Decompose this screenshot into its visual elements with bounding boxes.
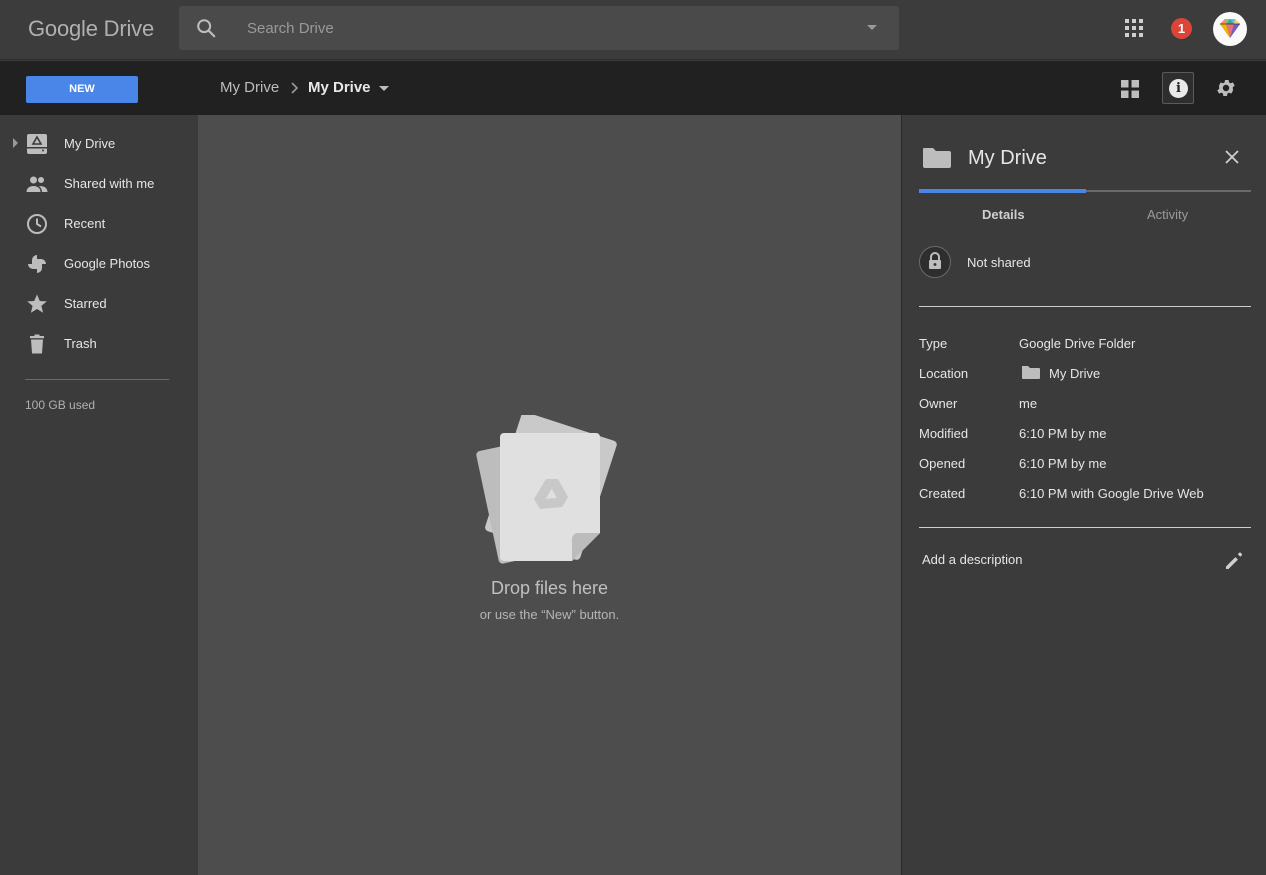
folder-menu-chevron-down-icon[interactable]: [379, 86, 389, 91]
search-box[interactable]: [179, 6, 899, 50]
detail-key: Type: [919, 336, 948, 351]
apps-grid-icon[interactable]: [1124, 18, 1144, 38]
location-link[interactable]: My Drive: [1049, 366, 1100, 381]
detail-row-modified: Modified 6:10 PM by me: [919, 426, 1259, 448]
drop-files-title: Drop files here: [490, 578, 609, 598]
detail-key: Opened: [919, 456, 966, 471]
details-divider: [919, 527, 1251, 528]
drop-files-subtitle: or use the “New” button.: [479, 607, 620, 622]
drive-icon: [27, 134, 47, 154]
detail-value: 6:10 PM with Google Drive Web: [1019, 486, 1204, 501]
detail-row-created: Created 6:10 PM with Google Drive Web: [919, 486, 1259, 508]
details-panel-title: My Drive: [968, 147, 1047, 169]
detail-value: 6:10 PM by me: [1019, 426, 1107, 441]
breadcrumb-my-drive[interactable]: My Drive: [220, 79, 279, 96]
drop-files-illustration: [476, 415, 617, 564]
sidebar-item-starred[interactable]: Starred: [0, 284, 198, 324]
new-button[interactable]: NEW: [26, 76, 138, 103]
active-tab-indicator: [919, 189, 1086, 193]
search-icon[interactable]: [195, 17, 217, 39]
sidebar-item-label: Starred: [64, 296, 107, 311]
tab-activity[interactable]: Activity: [1147, 207, 1188, 222]
add-description-field[interactable]: Add a description: [922, 552, 1022, 567]
detail-row-location: Location My Drive: [919, 366, 1259, 388]
google-drive-logo[interactable]: Google Drive: [28, 16, 154, 42]
detail-value: me: [1019, 396, 1038, 411]
trash-icon: [30, 334, 44, 354]
sidebar-item-my-drive[interactable]: My Drive: [0, 124, 198, 164]
detail-key: Owner: [919, 396, 958, 411]
close-icon[interactable]: [1224, 149, 1240, 165]
clock-icon: [27, 214, 47, 234]
storage-usage[interactable]: 100 GB used: [25, 398, 95, 412]
account-avatar[interactable]: [1213, 12, 1247, 46]
sharing-status: Not shared: [967, 255, 1031, 270]
grid-view-icon[interactable]: [1120, 79, 1140, 99]
sidebar-item-google-photos[interactable]: Google Photos: [0, 244, 198, 284]
toolbar: NEW My Drive My Drive i: [0, 61, 1266, 115]
sharing-status-button[interactable]: [919, 246, 951, 278]
detail-value: 6:10 PM by me: [1019, 456, 1107, 471]
sidebar-item-label: Trash: [64, 336, 97, 351]
sidebar-item-label: Recent: [64, 216, 106, 231]
detail-row-opened: Opened 6:10 PM by me: [919, 456, 1259, 478]
star-icon: [27, 294, 47, 313]
detail-key: Created: [919, 486, 966, 501]
sidebar: My Drive Shared with me Recent Google Ph…: [0, 115, 198, 875]
search-input[interactable]: [247, 16, 807, 40]
detail-row-owner: Owner me: [919, 396, 1259, 418]
details-panel: My Drive Details Activity Not shared Typ…: [901, 115, 1266, 875]
folder-icon: [923, 148, 951, 168]
tab-details[interactable]: Details: [982, 207, 1025, 222]
sidebar-divider: [25, 379, 169, 380]
expand-arrow-icon[interactable]: [13, 138, 18, 148]
people-icon: [26, 176, 48, 192]
sidebar-item-label: My Drive: [64, 136, 116, 151]
file-drop-area[interactable]: Drop files here or use the “New” button.: [198, 115, 901, 875]
info-icon: i: [1169, 79, 1188, 98]
detail-key: Modified: [919, 426, 969, 441]
sidebar-item-trash[interactable]: Trash: [0, 324, 198, 364]
breadcrumb-current-folder[interactable]: My Drive: [308, 79, 371, 96]
detail-row-type: Type Google Drive Folder: [919, 336, 1259, 358]
notification-badge[interactable]: 1: [1171, 18, 1192, 39]
sidebar-item-recent[interactable]: Recent: [0, 204, 198, 244]
pinwheel-icon: [28, 255, 46, 273]
pencil-icon[interactable]: [1224, 551, 1244, 571]
view-details-button[interactable]: i: [1162, 72, 1194, 104]
detail-key: Location: [919, 366, 969, 381]
lock-icon: [929, 252, 941, 269]
sidebar-item-label: Shared with me: [64, 176, 155, 191]
detail-value: Google Drive Folder: [1019, 336, 1136, 351]
search-options-chevron-icon[interactable]: [867, 25, 877, 30]
details-divider: [919, 306, 1251, 307]
top-bar: Google Drive 1: [0, 0, 1266, 60]
gear-icon[interactable]: [1215, 77, 1237, 99]
sidebar-item-label: Google Photos: [64, 256, 151, 271]
details-tabs: [919, 189, 1251, 193]
folder-icon: [1022, 366, 1040, 379]
chevron-right-icon: [291, 82, 299, 94]
sidebar-item-shared-with-me[interactable]: Shared with me: [0, 164, 198, 204]
avatar-diamond-icon: [1220, 19, 1240, 38]
